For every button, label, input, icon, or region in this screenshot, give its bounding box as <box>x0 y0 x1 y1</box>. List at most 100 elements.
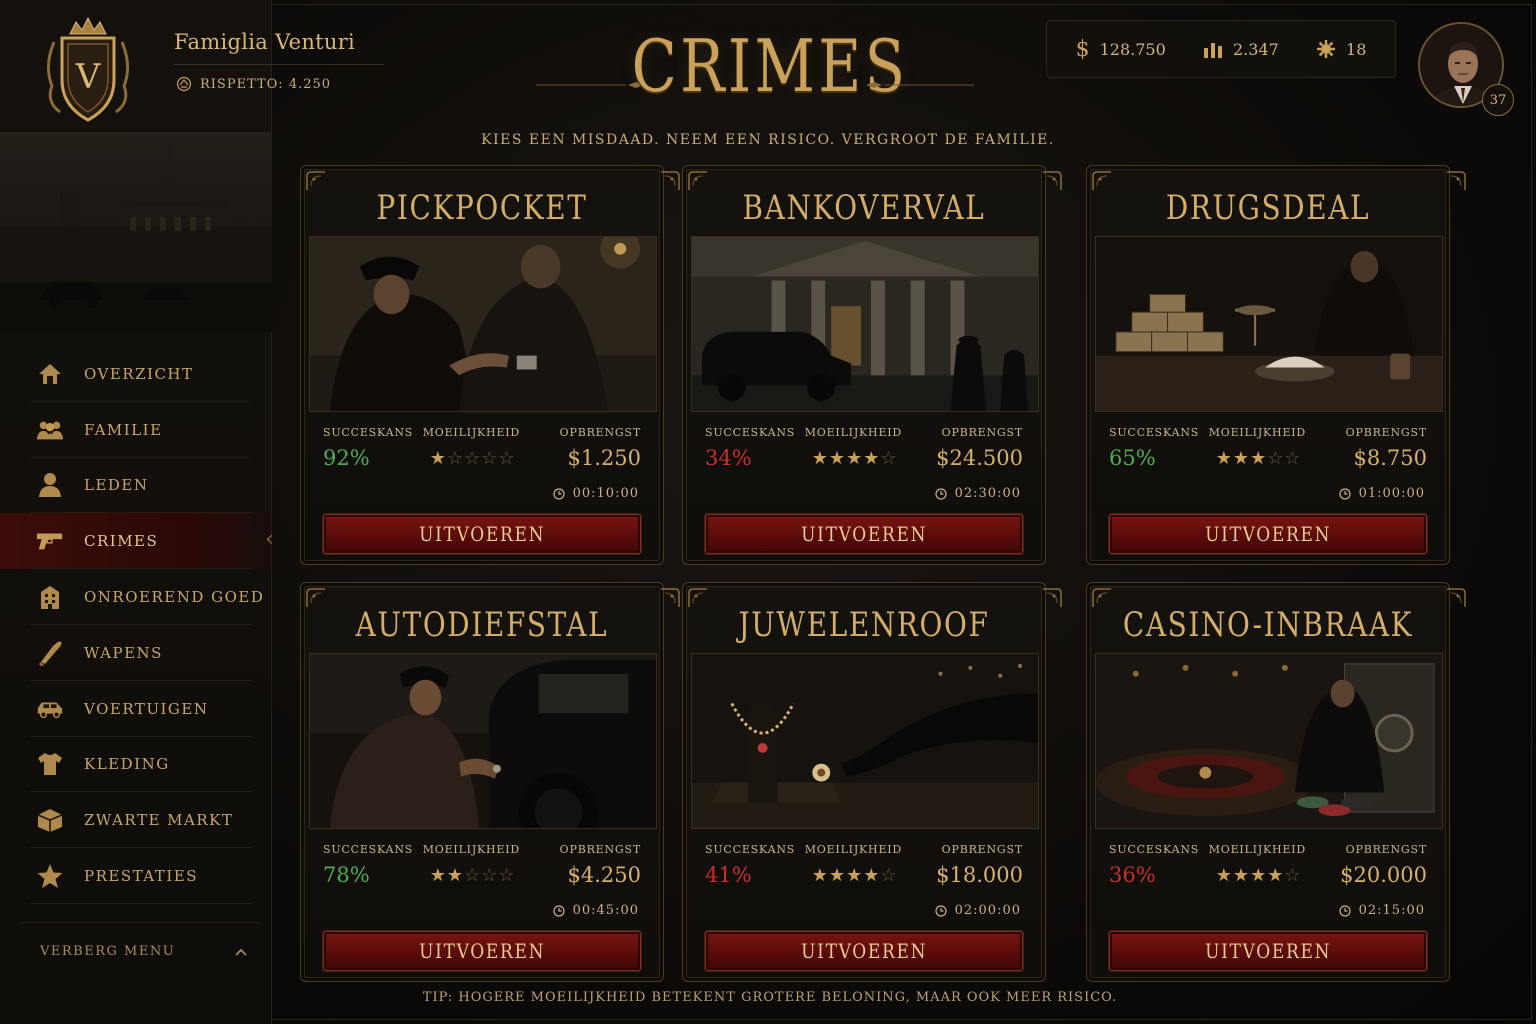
tip-text: TIP: HOGERE MOEILIJKHEID BETEKENT GROTER… <box>422 990 1118 1005</box>
sidebar: V Famiglia Venturi RISPETTO: 4.250 OVERZ… <box>0 0 384 1024</box>
crime-title: JUWELENROOF <box>738 605 990 645</box>
reward-label: OPBRENGST <box>559 426 641 439</box>
crime-timer: 00:45:00 <box>553 903 639 918</box>
crime-duration: 00:10:00 <box>572 486 639 501</box>
crime-duration: 01:00:00 <box>1358 486 1425 501</box>
difficulty-label: MOEILIJKHEID <box>1208 843 1307 856</box>
crime-card: AUTODIEFSTAL SUCCESKANS MOEILIJKHEID OPB… <box>300 582 680 982</box>
nav-item-voertuigen[interactable]: VOERTUIGEN <box>0 681 272 737</box>
crime-card: DRUGSDEAL SUCCESKANS MOEILIJKHEID OPBREN… <box>1086 165 1466 565</box>
reward-value: $1.250 <box>567 446 641 470</box>
crime-timer: 02:00:00 <box>935 903 1021 918</box>
family-divider <box>174 64 384 65</box>
nav-label: VOERTUIGEN <box>84 699 209 718</box>
crest-letter: V <box>75 57 102 97</box>
crime-scene-image <box>691 653 1039 829</box>
crime-card: JUWELENROOF SUCCESKANS MOEILIJKHEID OPBR… <box>682 582 1062 982</box>
money-stat: $ 128.750 <box>1076 37 1166 62</box>
shirt-icon <box>36 750 64 778</box>
dollar-icon: $ <box>1075 36 1090 62</box>
execute-button[interactable]: UITVOEREN <box>323 931 641 971</box>
chance-label: SUCCESKANS <box>705 426 796 439</box>
corner-ornament-icon <box>306 588 325 607</box>
nav-label: FAMILIE <box>84 420 163 439</box>
nav-item-zwarte-markt[interactable]: ZWARTE MARKT <box>0 792 272 848</box>
stat-values: 36% ★★★★☆ $20.000 <box>1109 863 1427 887</box>
success-chance: 65% <box>1109 446 1156 470</box>
nav-item-onroerend-goed[interactable]: ONROEREND GOED <box>0 569 272 625</box>
execute-button[interactable]: UITVOEREN <box>1109 931 1427 971</box>
reward-label: OPBRENGST <box>559 843 641 856</box>
crime-scene-image <box>1095 236 1443 412</box>
nav-label: WAPENS <box>84 643 163 662</box>
success-chance: 78% <box>323 863 370 887</box>
crime-timer: 00:10:00 <box>553 486 639 501</box>
crime-card: BANKOVERVAL SUCCESKANS MOEILIJKHEID OPBR… <box>682 165 1062 565</box>
nav-label: PRESTATIES <box>84 867 198 886</box>
success-chance: 41% <box>705 863 752 887</box>
crime-timer: 02:30:00 <box>935 486 1021 501</box>
reward-label: OPBRENGST <box>941 843 1023 856</box>
crime-timer: 02:15:00 <box>1339 903 1425 918</box>
corner-ornament-icon <box>1092 588 1111 607</box>
execute-label: UITVOEREN <box>1204 939 1332 963</box>
bullet-icon <box>36 639 64 667</box>
title-ornament-right <box>866 82 974 88</box>
hide-menu-label: VERBERG MENU <box>40 944 176 959</box>
difficulty-label: MOEILIJKHEID <box>804 843 903 856</box>
respect-display: RISPETTO: 4.250 <box>176 76 331 92</box>
gear-icon <box>1317 40 1336 58</box>
family-name: Famiglia Venturi <box>174 30 356 54</box>
nav-label: LEDEN <box>84 476 149 495</box>
crime-title: AUTODIEFSTAL <box>355 605 609 645</box>
chance-label: SUCCESKANS <box>323 426 414 439</box>
stat-labels: SUCCESKANS MOEILIJKHEID OPBRENGST <box>323 843 641 856</box>
crime-timer: 01:00:00 <box>1339 486 1425 501</box>
resource-bar: $ 128.750 2.347 18 <box>1046 20 1396 78</box>
nav-item-leden[interactable]: LEDEN <box>0 458 272 514</box>
power-stat: 2.347 <box>1203 40 1279 59</box>
nav-item-overzicht[interactable]: OVERZICHT <box>0 346 272 402</box>
crime-title: DRUGSDEAL <box>1165 188 1371 228</box>
reward-value: $24.500 <box>936 446 1023 470</box>
nav-item-familie[interactable]: FAMILIE <box>0 402 272 458</box>
hide-menu-button[interactable]: VERBERG MENU <box>40 944 247 959</box>
clock-icon <box>935 904 947 917</box>
corner-ornament-icon <box>1092 171 1111 190</box>
execute-button[interactable]: UITVOEREN <box>1109 514 1427 554</box>
respect-icon <box>176 76 192 92</box>
corner-ornament-icon <box>661 588 680 607</box>
clock-icon <box>1339 904 1351 917</box>
money-value: 128.750 <box>1099 39 1166 59</box>
stat-values: 41% ★★★★☆ $18.000 <box>705 863 1023 887</box>
star-icon <box>36 862 64 890</box>
corner-ornament-icon <box>1043 588 1062 607</box>
corner-ornament-icon <box>688 588 707 607</box>
power-value: 2.347 <box>1233 39 1279 59</box>
nav-item-wapens[interactable]: WAPENS <box>0 625 272 681</box>
chance-label: SUCCESKANS <box>323 843 414 856</box>
reward-value: $20.000 <box>1340 863 1427 887</box>
gun-icon <box>36 527 64 555</box>
family-crest-icon: V <box>47 16 129 122</box>
crime-title: PICKPOCKET <box>376 188 588 228</box>
reward-value: $8.750 <box>1353 446 1427 470</box>
nav-item-prestaties[interactable]: PRESTATIES <box>0 848 272 904</box>
city-illustration <box>0 132 272 332</box>
corner-ornament-icon <box>1043 171 1062 190</box>
execute-button[interactable]: UITVOEREN <box>323 514 641 554</box>
difficulty-label: MOEILIJKHEID <box>1208 426 1307 439</box>
respect-value: RISPETTO: 4.250 <box>200 76 332 92</box>
nav-label: CRIMES <box>84 532 159 551</box>
crime-duration: 02:15:00 <box>1358 903 1425 918</box>
nav-item-kleding[interactable]: KLEDING <box>0 737 272 793</box>
stat-labels: SUCCESKANS MOEILIJKHEID OPBRENGST <box>323 426 641 439</box>
execute-button[interactable]: UITVOEREN <box>705 514 1023 554</box>
execute-button[interactable]: UITVOEREN <box>705 931 1023 971</box>
crime-duration: 02:30:00 <box>954 486 1021 501</box>
nav-item-crimes[interactable]: CRIMES <box>0 513 274 570</box>
crime-title: BANKOVERVAL <box>742 188 986 228</box>
crime-duration: 02:00:00 <box>954 903 1021 918</box>
clock-icon <box>1339 487 1351 500</box>
stat-values: 78% ★★☆☆☆ $4.250 <box>323 863 641 887</box>
